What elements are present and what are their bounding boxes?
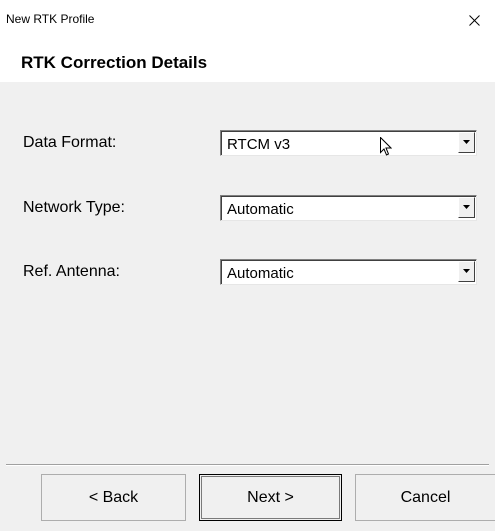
window-title: New RTK Profile — [6, 12, 95, 26]
ref-antenna-row: Ref. Antenna: Automatic — [0, 259, 495, 289]
data-format-row: Data Format: RTCM v3 — [0, 130, 495, 160]
data-format-label: Data Format: — [23, 134, 117, 151]
chevron-down-icon — [463, 140, 470, 144]
chevron-down-icon — [463, 269, 470, 273]
header-band: RTK Correction Details — [0, 40, 495, 82]
data-format-value: RTCM v3 — [227, 136, 291, 153]
dialog-window: New RTK Profile RTK Correction Details D… — [0, 0, 495, 531]
mouse-cursor-icon — [380, 137, 392, 156]
network-type-select[interactable]: Automatic — [220, 195, 477, 221]
network-type-row: Network Type: Automatic — [0, 195, 495, 225]
data-format-dropdown-button[interactable] — [458, 132, 475, 153]
next-button[interactable]: Next > — [199, 474, 342, 521]
ref-antenna-value: Automatic — [227, 265, 294, 282]
footer-separator — [6, 464, 489, 466]
ref-antenna-select[interactable]: Automatic — [220, 259, 477, 285]
cancel-button[interactable]: Cancel — [355, 474, 495, 521]
title-bar: New RTK Profile — [0, 0, 495, 40]
chevron-down-icon — [463, 205, 470, 209]
back-button[interactable]: < Back — [41, 474, 186, 521]
network-type-value: Automatic — [227, 201, 294, 218]
network-type-dropdown-button[interactable] — [458, 197, 475, 218]
network-type-label: Network Type: — [23, 199, 125, 216]
close-button[interactable] — [455, 0, 495, 40]
close-icon — [469, 15, 480, 26]
data-format-select[interactable]: RTCM v3 — [220, 130, 477, 156]
ref-antenna-dropdown-button[interactable] — [458, 261, 475, 282]
ref-antenna-label: Ref. Antenna: — [23, 263, 120, 280]
page-title: RTK Correction Details — [21, 53, 208, 72]
